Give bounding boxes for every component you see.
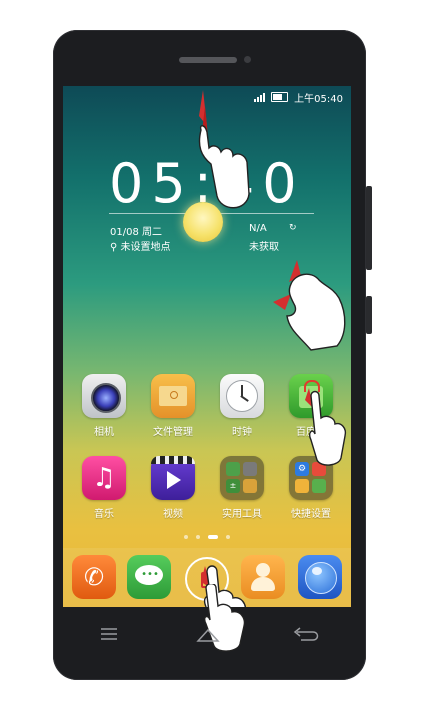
clock-date-row: 01/08 周二 (110, 223, 162, 238)
status-time: 上午05:40 (294, 93, 343, 105)
page-dot[interactable] (196, 535, 200, 539)
page-indicator[interactable] (63, 535, 351, 539)
home-screen[interactable]: 上午05:40 05:40 01/08 周二 ⚲ 未设置地点 N/A ↻ 未获取… (63, 86, 351, 607)
tap-hand-icon (305, 388, 347, 466)
status-bar: 上午05:40 (254, 90, 343, 105)
app-video[interactable]: 视频 (149, 456, 197, 520)
app-label: 文件管理 (153, 427, 193, 438)
weather-status: 未获取 (249, 242, 279, 253)
app-music[interactable]: ♫ 音乐 (80, 456, 128, 520)
location-text: 未设置地点 (120, 242, 171, 253)
app-label: 视频 (163, 509, 183, 520)
pinch-hand-icon (273, 260, 346, 351)
battery-icon (271, 92, 289, 102)
swipe-down-hand-icon (198, 90, 250, 209)
earpiece (179, 57, 237, 63)
camera-icon (82, 374, 126, 418)
app-label: 实用工具 (222, 509, 262, 520)
app-camera[interactable]: 相机 (80, 374, 128, 438)
phone-icon[interactable]: ✆ (72, 555, 116, 599)
location-pin-icon: ⚲ (110, 242, 118, 253)
app-folder-tools[interactable]: ± 实用工具 (218, 456, 266, 520)
app-clock[interactable]: 时钟 (218, 374, 266, 438)
home-icon[interactable] (196, 627, 220, 643)
location-row[interactable]: ⚲ 未设置地点 (110, 238, 171, 253)
app-file-manager[interactable]: 文件管理 (149, 374, 197, 438)
refresh-icon[interactable]: ↻ (289, 223, 297, 233)
clock-weekday: 周二 (142, 227, 163, 238)
page-dot[interactable] (184, 535, 188, 539)
app-label: 快捷设置 (291, 509, 331, 520)
app-label: 时钟 (232, 427, 252, 438)
page-dot-active[interactable] (208, 535, 218, 539)
power-key[interactable] (366, 296, 372, 334)
clock-icon (220, 374, 264, 418)
browser-globe-icon[interactable] (298, 555, 342, 599)
music-icon: ♫ (82, 456, 126, 500)
menu-icon[interactable] (99, 627, 119, 641)
tools-folder-icon: ± (220, 456, 264, 500)
clock-date: 01/08 (110, 227, 139, 238)
front-camera (244, 56, 251, 63)
navigation-bar (63, 622, 351, 652)
folder-icon (151, 374, 195, 418)
app-label: 相机 (94, 427, 114, 438)
back-icon[interactable] (291, 627, 319, 643)
messages-icon[interactable]: ••• (127, 555, 171, 599)
video-icon (151, 456, 195, 500)
app-label: 音乐 (94, 509, 114, 520)
volume-key[interactable] (366, 186, 372, 270)
page-dot[interactable] (226, 535, 230, 539)
